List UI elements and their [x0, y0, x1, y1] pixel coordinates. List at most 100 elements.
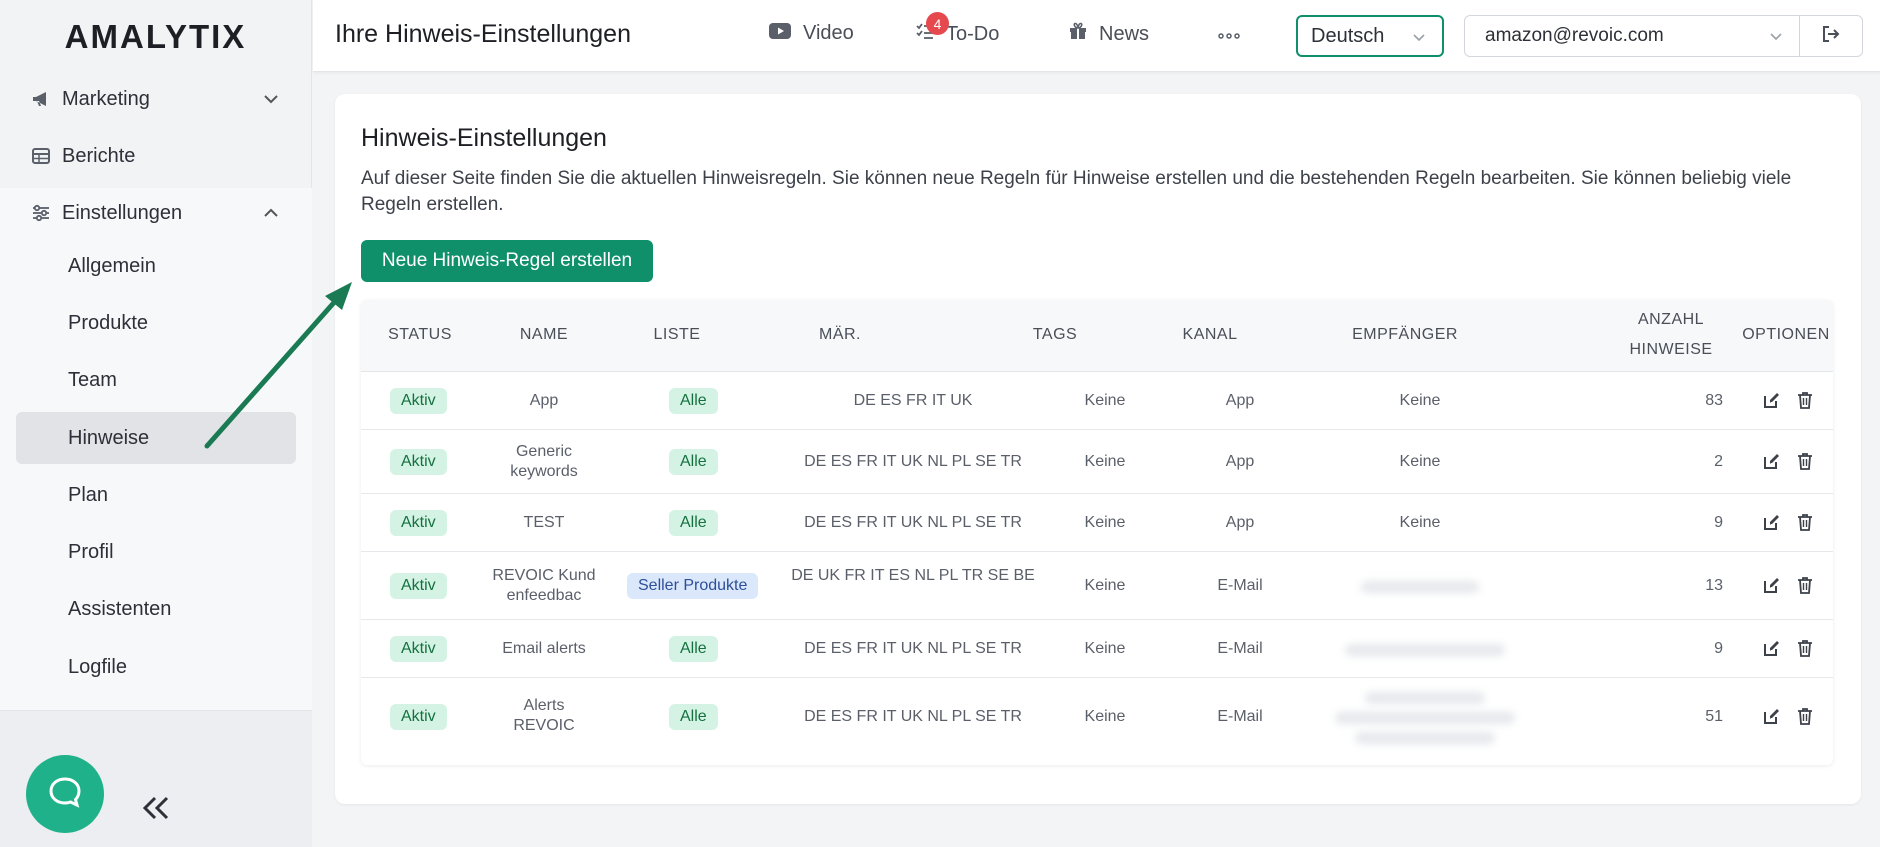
status-badge: Aktiv: [390, 704, 447, 730]
column-header-list[interactable]: LISTE: [609, 320, 745, 350]
markets-cell: DE ES FR IT UK: [853, 392, 973, 409]
double-chevron-left-icon: [138, 796, 174, 830]
markets-cell: DE ES FR IT UK NL PL SE TR: [804, 640, 1022, 657]
column-header-name[interactable]: NAME: [479, 320, 609, 350]
edit-icon: [1762, 578, 1782, 599]
new-rule-button[interactable]: Neue Hinweis-Regel erstellen: [361, 240, 653, 282]
rule-name: TEST: [523, 514, 565, 531]
count-cell: 13: [1705, 577, 1723, 594]
edit-button[interactable]: [1762, 706, 1784, 728]
channel-cell: E-Mail: [1217, 708, 1263, 725]
tags-cell: Keine: [1084, 392, 1126, 409]
delete-button[interactable]: [1795, 451, 1817, 473]
account-select[interactable]: amazon@revoic.com: [1464, 15, 1800, 57]
chevron-up-icon: [260, 202, 282, 224]
rule-name: REVOIC Kundenfeedbac: [492, 567, 596, 604]
column-header-count-line2: HINWEISE: [1629, 341, 1713, 358]
delete-button[interactable]: [1795, 390, 1817, 412]
edit-button[interactable]: [1762, 575, 1784, 597]
recipient-redacted: [1361, 581, 1479, 593]
sidebar-item-plan[interactable]: Plan: [16, 469, 296, 521]
tags-cell: Keine: [1084, 640, 1126, 657]
collapse-sidebar-button[interactable]: [138, 790, 174, 826]
channel-cell: App: [1225, 392, 1255, 409]
sidebar-item-label: Einstellungen: [62, 201, 183, 224]
trash-icon: [1795, 708, 1815, 730]
delete-button[interactable]: [1795, 706, 1817, 728]
edit-icon: [1762, 709, 1782, 730]
trash-icon: [1795, 640, 1815, 662]
column-header-status[interactable]: STATUS: [361, 320, 479, 350]
recipient-redacted: [1355, 732, 1495, 744]
news-label: News: [1099, 22, 1150, 45]
list-badge: Seller Produkte: [627, 573, 759, 599]
table-row: Aktiv App Alle DE ES FR IT UK Keine App …: [361, 372, 1833, 430]
tags-cell: Keine: [1084, 708, 1126, 725]
news-link[interactable]: News: [1069, 22, 1149, 46]
sidebar-item-team[interactable]: Team: [16, 354, 296, 406]
sidebar-item-allgemein[interactable]: Allgemein: [16, 240, 296, 292]
status-badge: Aktiv: [390, 573, 447, 599]
settings-card: Hinweis-Einstellungen Auf dieser Seite f…: [335, 94, 1861, 804]
top-header: Ihre Hinweis-Einstellungen Video To-Do 4…: [313, 0, 1880, 72]
logo[interactable]: AMALYTIX: [0, 0, 311, 74]
sidebar-item-profil[interactable]: Profil: [16, 526, 296, 578]
status-badge: Aktiv: [390, 388, 447, 414]
table-row: Aktiv REVOIC Kundenfeedbac Seller Produk…: [361, 552, 1833, 620]
channel-cell: E-Mail: [1217, 577, 1263, 594]
rule-name: App: [529, 392, 559, 409]
megaphone-icon: [30, 88, 52, 110]
sidebar-item-einstellungen[interactable]: Einstellungen: [0, 187, 312, 239]
section-description: Auf dieser Seite finden Sie die aktuelle…: [361, 168, 1792, 215]
gift-icon: [1069, 22, 1099, 46]
chevron-down-icon: [1410, 28, 1428, 46]
logout-button[interactable]: [1799, 15, 1863, 57]
edit-icon: [1762, 393, 1782, 414]
tags-cell: Keine: [1084, 453, 1126, 470]
delete-button[interactable]: [1795, 575, 1817, 597]
rule-name: Generic keywords: [510, 443, 578, 480]
column-header-recipient[interactable]: EMPFÄNGER: [1305, 320, 1505, 350]
edit-button[interactable]: [1762, 451, 1784, 473]
column-header-count-line1[interactable]: ANZAHL: [1611, 305, 1731, 335]
table-row: Aktiv Email alerts Alle DE ES FR IT UK N…: [361, 620, 1833, 678]
chat-button[interactable]: [26, 755, 104, 833]
sidebar-item-marketing[interactable]: Marketing: [0, 73, 312, 125]
edit-button[interactable]: [1762, 512, 1784, 534]
table-header: STATUS NAME LISTE MÄR. TAGS KANAL EMPFÄN…: [361, 300, 1833, 372]
more-dots-icon: [1217, 24, 1253, 54]
sidebar-item-hinweise[interactable]: Hinweise: [16, 412, 296, 464]
sidebar-item-label: Marketing: [62, 87, 150, 110]
language-select[interactable]: Deutsch: [1296, 15, 1444, 57]
list-badge: Alle: [669, 388, 718, 414]
sidebar-item-produkte[interactable]: Produkte: [16, 297, 296, 349]
more-menu-button[interactable]: [1217, 24, 1253, 54]
list-badge: Alle: [669, 449, 718, 475]
column-header-markets[interactable]: MÄR.: [745, 320, 935, 350]
list-badge: Alle: [669, 636, 718, 662]
youtube-icon: [769, 22, 803, 45]
column-header-tags[interactable]: TAGS: [935, 320, 1175, 350]
delete-button[interactable]: [1795, 638, 1817, 660]
tags-cell: Keine: [1084, 577, 1126, 594]
sidebar-item-logfile[interactable]: Logfile: [16, 641, 296, 693]
trash-icon: [1795, 514, 1815, 536]
delete-button[interactable]: [1795, 512, 1817, 534]
column-header-channel[interactable]: KANAL: [1175, 320, 1245, 350]
status-badge: Aktiv: [390, 449, 447, 475]
language-value: Deutsch: [1311, 24, 1385, 47]
count-cell: 51: [1705, 708, 1723, 725]
edit-button[interactable]: [1762, 390, 1784, 412]
list-badge: Alle: [669, 704, 718, 730]
chevron-down-icon: [1767, 27, 1785, 45]
count-cell: 83: [1705, 392, 1723, 409]
edit-button[interactable]: [1762, 638, 1784, 660]
video-link[interactable]: Video: [769, 22, 854, 45]
sidebar: AMALYTIX Marketing Berichte Einstellunge…: [0, 0, 312, 847]
todo-label: To-Do: [946, 22, 1000, 45]
table-row: Aktiv Alerts REVOIC Alle DE ES FR IT UK …: [361, 678, 1833, 756]
status-badge: Aktiv: [390, 636, 447, 662]
column-header-options: OPTIONEN: [1742, 326, 1830, 343]
sidebar-item-assistenten[interactable]: Assistenten: [16, 583, 296, 635]
sidebar-item-berichte[interactable]: Berichte: [0, 130, 312, 182]
